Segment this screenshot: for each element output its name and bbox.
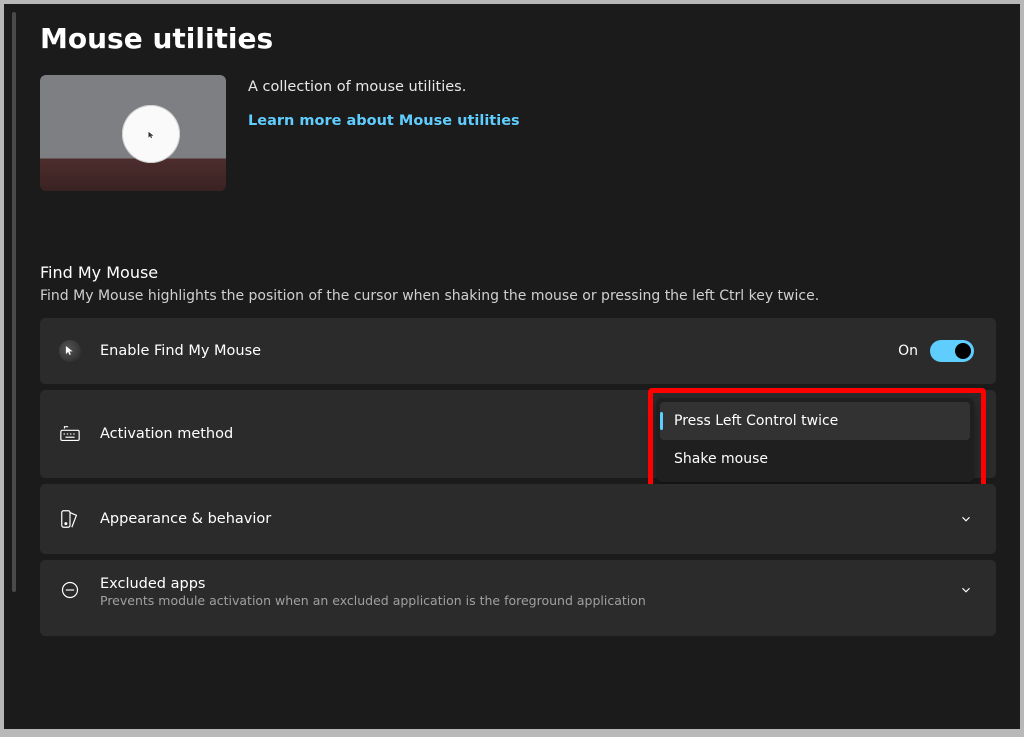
enable-find-my-mouse-row: Enable Find My Mouse On [40,318,996,384]
dropdown-option-shake-mouse[interactable]: Shake mouse [660,440,970,478]
enable-toggle[interactable] [930,340,974,362]
activation-method-row[interactable]: Activation method Press Left Control twi… [40,390,996,478]
activation-dropdown[interactable]: Press Left Control twice Shake mouse [656,398,974,482]
learn-more-link[interactable]: Learn more about Mouse utilities [248,113,520,129]
find-my-mouse-icon [58,339,82,363]
excluded-title: Excluded apps [100,576,940,592]
page-title: Mouse utilities [40,22,996,55]
hero-thumbnail [40,75,226,191]
excluded-sub: Prevents module activation when an exclu… [100,593,940,608]
scrollbar-thumb[interactable] [12,12,16,592]
toggle-state-label: On [898,343,918,359]
appearance-behavior-row[interactable]: Appearance & behavior [40,484,996,554]
section-heading: Find My Mouse [40,263,996,282]
dropdown-option-press-left-control[interactable]: Press Left Control twice [660,402,970,440]
hero-description: A collection of mouse utilities. [248,79,520,95]
keyboard-icon [58,422,82,446]
chevron-down-icon [958,582,974,598]
chevron-down-icon [958,511,974,527]
settings-window: Mouse utilities A collection of mouse ut… [4,4,1020,729]
swatch-icon [58,507,82,531]
toggle-wrap: On [898,340,974,362]
minus-circle-icon [58,578,82,602]
toggle-knob [955,343,971,359]
cursor-icon [148,131,154,139]
hero-section: A collection of mouse utilities. Learn m… [40,75,996,191]
excluded-text: Excluded apps Prevents module activation… [100,576,940,608]
appearance-label: Appearance & behavior [100,511,940,527]
excluded-apps-row[interactable]: Excluded apps Prevents module activation… [40,560,996,636]
section-subheading: Find My Mouse highlights the position of… [40,288,996,304]
enable-label: Enable Find My Mouse [100,343,898,359]
hero-text: A collection of mouse utilities. Learn m… [248,75,520,129]
content-area: Mouse utilities A collection of mouse ut… [12,4,1020,660]
